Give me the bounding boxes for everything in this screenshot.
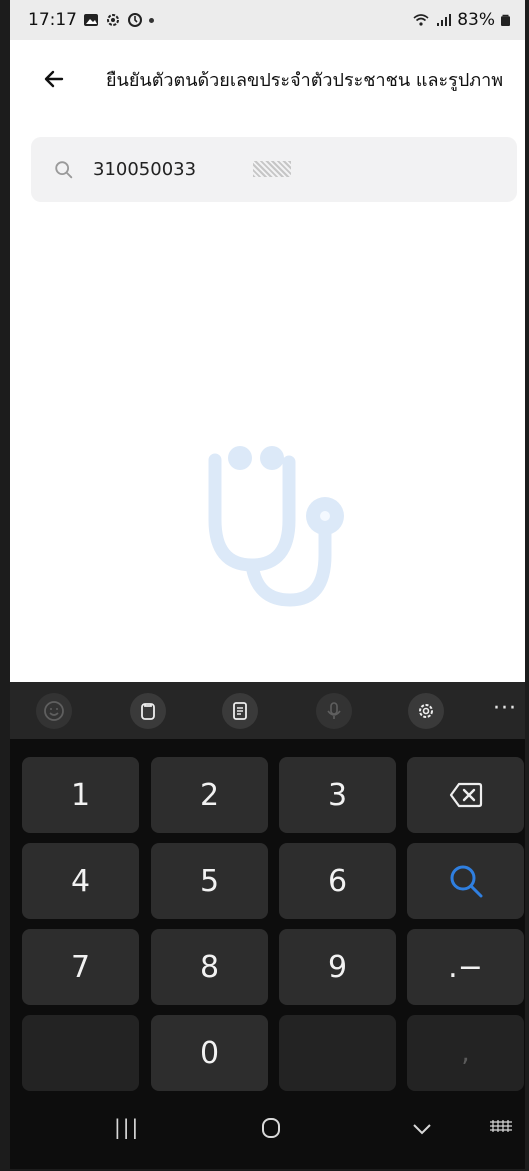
emoji-icon <box>44 701 64 721</box>
empty-key-right <box>279 1015 396 1091</box>
backspace-icon <box>449 782 482 808</box>
alarm-icon <box>128 13 142 27</box>
backspace-key[interactable] <box>407 757 524 833</box>
empty-key-left <box>22 1015 139 1091</box>
clipboard-button[interactable] <box>130 693 166 729</box>
search-icon <box>450 865 482 898</box>
home-circle-icon <box>262 1118 280 1138</box>
key-5[interactable]: 5 <box>151 843 268 919</box>
settings-icon <box>107 14 119 26</box>
search-key[interactable] <box>407 843 524 919</box>
wifi-icon <box>413 14 429 26</box>
page-title: ยืนยันตัวตนด้วยเลขประจำตัวประชาชน และรูป… <box>106 69 504 91</box>
signal-icon <box>437 14 452 26</box>
key-0[interactable]: 0 <box>151 1015 268 1091</box>
stethoscope-icon <box>208 446 344 607</box>
status-bar: 17:17 83% <box>10 0 525 40</box>
arrow-left-icon <box>44 70 64 88</box>
chevron-down-icon <box>413 1124 431 1135</box>
gallery-icon <box>84 14 98 26</box>
more-options-button[interactable]: ··· <box>493 696 517 721</box>
key-4[interactable]: 4 <box>22 843 139 919</box>
comma-key[interactable]: , <box>407 1015 524 1091</box>
clipboard-icon <box>141 703 155 720</box>
search-icon <box>55 160 73 178</box>
status-time: 17:17 <box>28 10 77 30</box>
key-7[interactable]: 7 <box>22 929 139 1005</box>
keyboard-settings-button[interactable] <box>408 693 444 729</box>
microphone-icon <box>327 702 341 719</box>
app-header: ยืนยันตัวตนด้วยเลขประจำตัวประชาชน และรูป… <box>10 40 525 118</box>
notification-dot <box>149 17 154 23</box>
home-button[interactable] <box>260 1117 282 1143</box>
key-3[interactable]: 3 <box>279 757 396 833</box>
voice-input-button[interactable] <box>316 693 352 729</box>
recent-apps-button[interactable]: ||| <box>114 1115 140 1139</box>
redacted-digits <box>253 161 291 177</box>
search-box[interactable] <box>31 137 517 202</box>
battery-percent: 83% <box>457 10 495 30</box>
key-1[interactable]: 1 <box>22 757 139 833</box>
system-navbar: ||| <box>10 1095 525 1167</box>
key-8[interactable]: 8 <box>151 929 268 1005</box>
key-6[interactable]: 6 <box>279 843 396 919</box>
keyboard-mode-button[interactable] <box>222 693 258 729</box>
switch-keyboard-button[interactable] <box>488 1119 514 1139</box>
back-button[interactable] <box>24 49 84 109</box>
keyboard-toolbar: ··· <box>10 682 525 739</box>
settings-icon <box>419 704 433 718</box>
keyboard-icon <box>490 1120 512 1132</box>
hide-keyboard-button[interactable] <box>412 1121 432 1140</box>
keyboard-mode-icon <box>233 702 247 720</box>
key-9[interactable]: 9 <box>279 929 396 1005</box>
battery-icon <box>501 14 510 26</box>
key-2[interactable]: 2 <box>151 757 268 833</box>
numeric-keyboard: ··· 1 2 3 4 5 6 7 8 9 .− 0 , ||| <box>10 682 525 1169</box>
dot-dash-key[interactable]: .− <box>407 929 524 1005</box>
emoji-button[interactable] <box>36 693 72 729</box>
